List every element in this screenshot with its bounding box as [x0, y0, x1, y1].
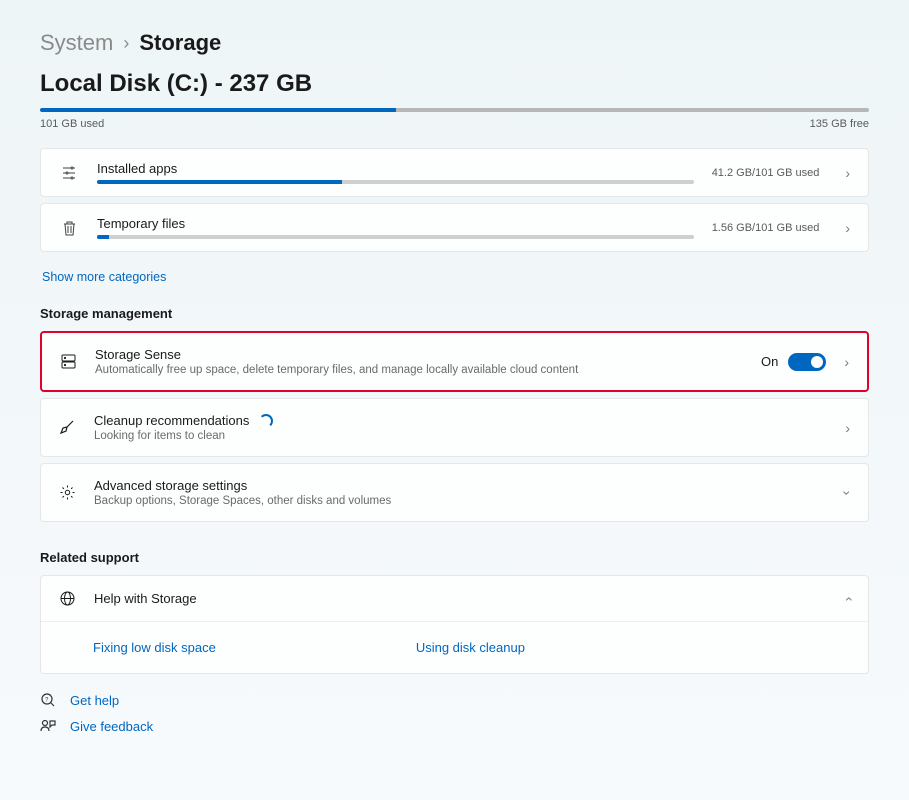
loading-spinner-icon [259, 414, 273, 428]
category-usage: 41.2 GB/101 GB used [712, 167, 820, 179]
advanced-subtitle: Backup options, Storage Spaces, other di… [94, 495, 827, 507]
help-with-storage-header[interactable]: Help with Storage › [41, 576, 868, 621]
apps-icon [59, 165, 79, 181]
toggle-state-label: On [761, 354, 778, 369]
chevron-down-icon: › [840, 490, 856, 495]
advanced-storage-row[interactable]: Advanced storage settings Backup options… [40, 463, 869, 522]
storage-sense-icon [60, 353, 77, 370]
breadcrumb-storage: Storage [139, 30, 221, 56]
cleanup-recommendations-row[interactable]: Cleanup recommendations Looking for item… [40, 398, 869, 457]
category-bar [97, 180, 694, 184]
category-installed-apps[interactable]: Installed apps 41.2 GB/101 GB used › [40, 148, 869, 197]
breadcrumb: System › Storage [40, 30, 869, 56]
category-title: Temporary files [97, 216, 694, 231]
trash-icon [59, 220, 79, 236]
breadcrumb-system[interactable]: System [40, 30, 113, 56]
help-icon: ? [40, 692, 56, 708]
disk-usage-fill [40, 108, 396, 112]
svg-text:?: ? [45, 698, 49, 704]
storage-sense-row[interactable]: Storage Sense Automatically free up spac… [40, 331, 869, 392]
chevron-right-icon: › [845, 220, 850, 236]
gear-icon [59, 484, 76, 501]
disk-title: Local Disk (C:) - 237 GB [40, 70, 869, 98]
chevron-right-icon: › [845, 420, 850, 436]
get-help-link[interactable]: Get help [70, 693, 119, 708]
cleanup-title: Cleanup recommendations [94, 413, 249, 428]
section-storage-management: Storage management [40, 306, 869, 321]
help-storage-title: Help with Storage [94, 591, 827, 606]
disk-used-label: 101 GB used [40, 118, 104, 130]
cleanup-subtitle: Looking for items to clean [94, 430, 827, 442]
section-related-support: Related support [40, 550, 869, 565]
help-with-storage-card: Help with Storage › Fixing low disk spac… [40, 575, 869, 674]
disk-free-label: 135 GB free [810, 118, 869, 130]
category-temporary-files[interactable]: Temporary files 1.56 GB/101 GB used › [40, 203, 869, 252]
disk-usage-bar [40, 108, 869, 112]
advanced-title: Advanced storage settings [94, 478, 827, 493]
category-bar [97, 235, 694, 239]
globe-icon [59, 590, 76, 607]
category-usage: 1.56 GB/101 GB used [712, 222, 820, 234]
chevron-right-icon: › [844, 354, 849, 370]
breadcrumb-separator: › [123, 33, 129, 54]
storage-sense-subtitle: Automatically free up space, delete temp… [95, 364, 743, 376]
category-title: Installed apps [97, 161, 694, 176]
storage-sense-title: Storage Sense [95, 347, 743, 362]
chevron-up-icon: › [840, 596, 856, 601]
storage-sense-toggle[interactable] [788, 353, 826, 371]
show-more-categories-link[interactable]: Show more categories [42, 270, 166, 284]
link-using-disk-cleanup[interactable]: Using disk cleanup [416, 640, 525, 655]
chevron-right-icon: › [845, 165, 850, 181]
broom-icon [59, 419, 76, 436]
feedback-icon [40, 718, 56, 734]
give-feedback-link[interactable]: Give feedback [70, 719, 153, 734]
link-fixing-low-disk-space[interactable]: Fixing low disk space [93, 640, 216, 655]
